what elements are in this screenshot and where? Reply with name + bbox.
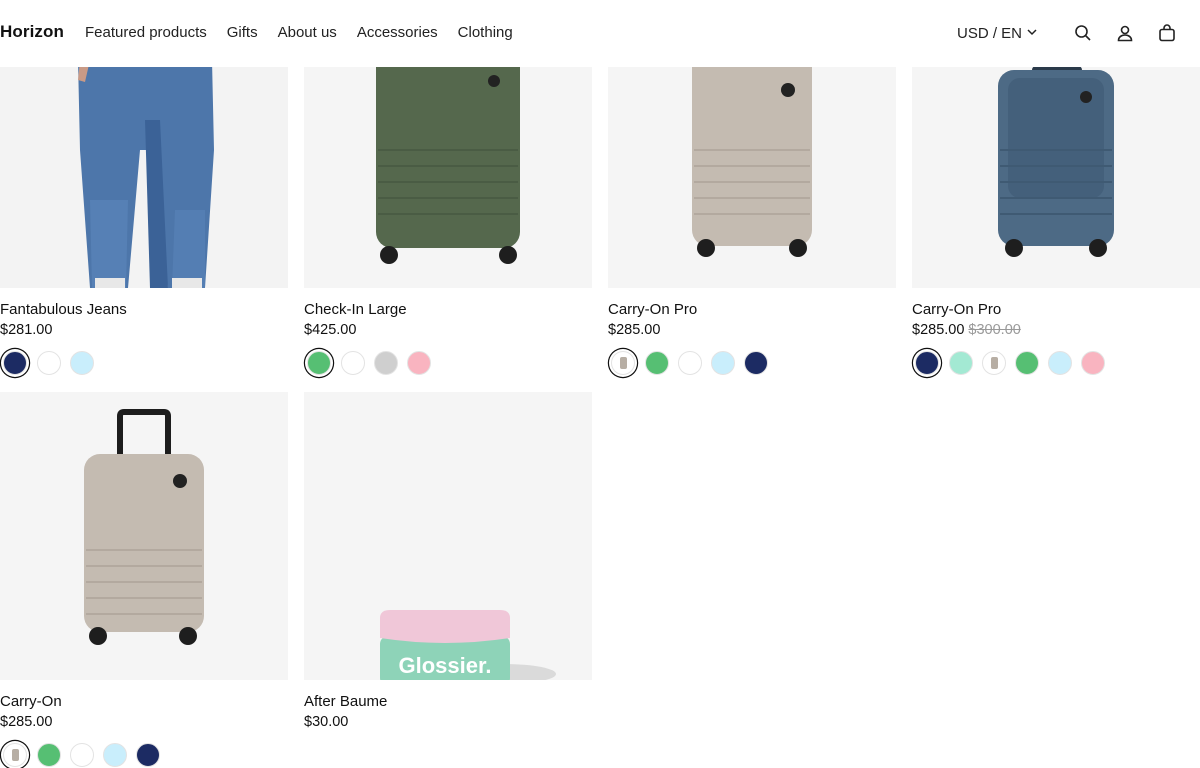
color-swatch[interactable] <box>70 743 94 767</box>
price-current: $30.00 <box>304 714 349 730</box>
site-header: Horizon Featured products Gifts About us… <box>0 0 1200 67</box>
product-title[interactable]: Carry-On Pro <box>608 300 896 319</box>
product-price: $30.00 <box>304 713 592 732</box>
color-swatch[interactable] <box>711 351 735 375</box>
color-swatch[interactable] <box>407 351 431 375</box>
product-image[interactable] <box>0 392 288 680</box>
product-title[interactable]: Carry-On Pro <box>912 300 1200 319</box>
color-swatch[interactable] <box>744 351 768 375</box>
product-title[interactable]: Check-In Large <box>304 300 592 319</box>
search-icon <box>1074 24 1092 42</box>
color-swatch[interactable] <box>374 351 398 375</box>
color-swatch[interactable] <box>949 351 973 375</box>
color-swatch[interactable] <box>1015 351 1039 375</box>
nav-featured-products[interactable]: Featured products <box>85 24 207 41</box>
product-price: $285.00 $300.00 <box>912 321 1200 340</box>
product-card[interactable]: Glossier. After Baume $30.00 <box>304 392 592 732</box>
swatch-list <box>912 350 1200 376</box>
swatch-list <box>304 350 592 376</box>
account-icon <box>1116 24 1134 42</box>
image-swatch[interactable] <box>3 743 27 767</box>
nav-gifts[interactable]: Gifts <box>227 24 258 41</box>
main-nav: Featured products Gifts About us Accesso… <box>85 24 513 41</box>
product-title[interactable]: Fantabulous Jeans <box>0 300 288 319</box>
jar-illustration: Glossier. <box>304 392 592 680</box>
currency-language-selector[interactable]: USD / EN <box>957 18 1038 48</box>
cart-button[interactable] <box>1146 18 1188 48</box>
color-swatch[interactable] <box>645 351 669 375</box>
product-card[interactable]: Carry-On $285.00 <box>0 392 288 768</box>
nav-accessories[interactable]: Accessories <box>357 24 438 41</box>
jar-brand-text: Glossier. <box>399 653 492 678</box>
swatch-list <box>0 350 288 376</box>
color-swatch[interactable] <box>103 743 127 767</box>
nav-about-us[interactable]: About us <box>278 24 337 41</box>
price-current: $285.00 <box>912 322 965 338</box>
color-swatch[interactable] <box>70 351 94 375</box>
price-compare-at: $300.00 <box>968 322 1021 338</box>
color-swatch[interactable] <box>37 351 61 375</box>
product-price: $285.00 <box>0 713 288 732</box>
color-swatch[interactable] <box>341 351 365 375</box>
color-swatch[interactable] <box>136 743 160 767</box>
product-price: $285.00 <box>608 321 896 340</box>
image-swatch[interactable] <box>611 351 635 375</box>
color-swatch[interactable] <box>1048 351 1072 375</box>
luggage-illustration <box>0 392 288 680</box>
color-swatch[interactable] <box>307 351 331 375</box>
price-current: $281.00 <box>0 322 53 338</box>
product-price: $425.00 <box>304 321 592 340</box>
swatch-list <box>0 742 288 768</box>
price-current: $285.00 <box>0 714 53 730</box>
brand-logo[interactable]: Horizon <box>0 22 64 42</box>
nav-clothing[interactable]: Clothing <box>458 24 513 41</box>
color-swatch[interactable] <box>37 743 61 767</box>
search-button[interactable] <box>1062 18 1104 48</box>
currency-label: USD / EN <box>956 24 1022 42</box>
product-price: $281.00 <box>0 321 288 340</box>
swatch-list <box>608 350 896 376</box>
color-swatch[interactable] <box>1081 351 1105 375</box>
color-swatch[interactable] <box>678 351 702 375</box>
price-current: $425.00 <box>304 322 357 338</box>
account-button[interactable] <box>1104 18 1146 48</box>
cart-icon <box>1158 24 1176 42</box>
product-image[interactable]: Glossier. <box>304 392 592 680</box>
header-utilities: USD / EN <box>957 18 1188 48</box>
color-swatch[interactable] <box>3 351 27 375</box>
price-current: $285.00 <box>608 322 661 338</box>
color-swatch[interactable] <box>915 351 939 375</box>
product-title[interactable]: Carry-On <box>0 692 288 711</box>
product-title[interactable]: After Baume <box>304 692 592 711</box>
chevron-down-icon <box>1026 25 1038 42</box>
image-swatch[interactable] <box>982 351 1006 375</box>
